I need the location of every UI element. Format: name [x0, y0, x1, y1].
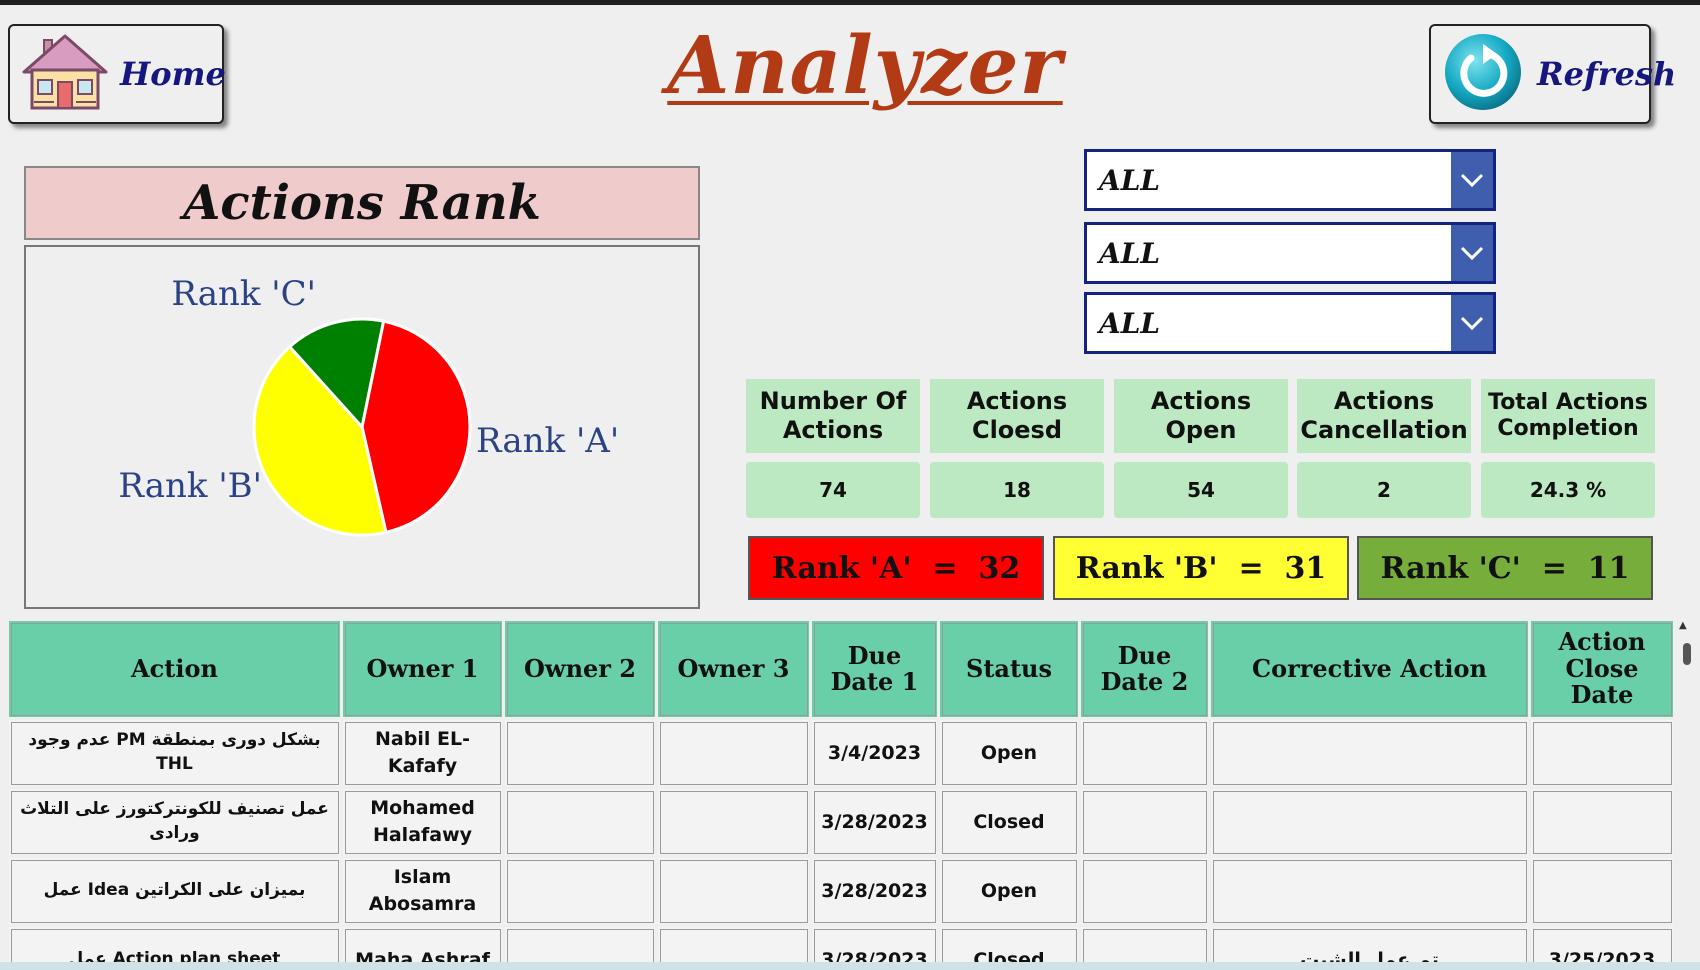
column-header-action-close-date[interactable]: Action Close Date — [1528, 618, 1673, 720]
scrollbar-thumb[interactable] — [1683, 643, 1691, 665]
table-scrollbar[interactable] — [1678, 620, 1694, 962]
filter-1-value: ALL — [1099, 163, 1161, 197]
home-button[interactable]: Home — [8, 24, 226, 124]
stat-header-total-completion: Total Actions Completion — [1481, 379, 1655, 453]
cell-due-date-1[interactable]: 3/28/2023 — [809, 786, 940, 858]
stat-value-total-completion: 24.3 % — [1481, 462, 1655, 518]
filter-dropdown-1[interactable]: ALL — [1084, 149, 1496, 211]
column-header-owner-1[interactable]: Owner 1 — [340, 618, 505, 720]
cell-action-close-date[interactable]: 3/25/2023 — [1528, 924, 1673, 962]
scroll-up-arrow-icon[interactable]: ▲ — [1679, 620, 1687, 631]
column-header-corrective-action[interactable]: Corrective Action — [1208, 618, 1531, 720]
house-icon — [20, 32, 110, 116]
refresh-button[interactable]: Refresh — [1429, 24, 1676, 124]
stat-value-actions-cancellation: 2 — [1297, 462, 1471, 518]
column-header-action[interactable]: Action — [6, 618, 343, 720]
cell-action-close-date[interactable] — [1528, 786, 1673, 858]
cell-owner-1[interactable]: Maha Ashraf — [340, 924, 505, 962]
rank-c-count: Rank 'C' = 11 — [1357, 536, 1653, 600]
chevron-down-icon[interactable] — [1451, 225, 1493, 281]
cell-owner-1[interactable]: Nabil EL-Kafafy — [340, 717, 505, 789]
pie-label-rank-c: Rank 'C' — [171, 274, 316, 314]
cell-action[interactable]: عمل Action plan sheet — [6, 924, 343, 962]
filter-dropdown-2[interactable]: ALL — [1084, 222, 1496, 284]
cell-action[interactable]: عدم وجود PM بشكل دورى بمنطقة THL — [6, 717, 343, 789]
cell-owner-1[interactable]: Mohamed Halafawy — [340, 786, 505, 858]
cell-action[interactable]: عمل Idea بميزان على الكراتين — [6, 855, 343, 927]
cell-action-close-date[interactable] — [1528, 717, 1673, 789]
cell-action-close-date[interactable] — [1528, 855, 1673, 927]
cell-due-date-2[interactable] — [1078, 924, 1211, 962]
cell-owner-3[interactable] — [655, 786, 812, 858]
filter-3-value: ALL — [1099, 306, 1161, 340]
app-title: Analyzer — [667, 18, 1063, 112]
chevron-down-icon[interactable] — [1451, 295, 1493, 351]
cell-status[interactable]: Open — [937, 717, 1081, 789]
chart-title: Actions Rank — [24, 166, 700, 240]
actions-table: Action Owner 1 Owner 2 Owner 3 Due Date … — [6, 618, 1673, 962]
cell-due-date-1[interactable]: 3/28/2023 — [809, 924, 940, 962]
pie-chart-panel: Rank 'A' Rank 'B' Rank 'C' — [24, 245, 700, 609]
cell-status[interactable]: Open — [937, 855, 1081, 927]
cell-status[interactable]: Closed — [937, 786, 1081, 858]
column-header-owner-3[interactable]: Owner 3 — [655, 618, 812, 720]
chevron-down-icon[interactable] — [1451, 152, 1493, 208]
cell-due-date-2[interactable] — [1078, 786, 1211, 858]
cell-status[interactable]: Closed — [937, 924, 1081, 962]
stat-value-actions-open: 54 — [1114, 462, 1288, 518]
refresh-icon — [1443, 32, 1523, 116]
cell-corrective-action[interactable]: تم عمل الشيت — [1208, 924, 1531, 962]
rank-a-count: Rank 'A' = 32 — [748, 536, 1044, 600]
stat-header-actions-cancellation: Actions Cancellation — [1297, 379, 1471, 453]
pie-label-rank-b: Rank 'B' — [118, 466, 262, 506]
cell-action[interactable]: عمل تصنيف للكونتركتورز على التلاث ورادى — [6, 786, 343, 858]
stat-header-actions-closed: Actions Cloesd — [930, 379, 1104, 453]
cell-owner-3[interactable] — [655, 924, 812, 962]
refresh-button-label: Refresh — [1537, 55, 1677, 93]
stat-value-number-of-actions: 74 — [746, 462, 920, 518]
cell-owner-2[interactable] — [502, 855, 658, 927]
pie-chart: Rank 'A' Rank 'B' Rank 'C' — [118, 274, 619, 537]
cell-due-date-2[interactable] — [1078, 855, 1211, 927]
column-header-due-date-1[interactable]: Due Date 1 — [809, 618, 940, 720]
cell-owner-2[interactable] — [502, 786, 658, 858]
home-button-label: Home — [120, 55, 226, 93]
window-top-border — [0, 0, 1700, 5]
pie-label-rank-a: Rank 'A' — [476, 421, 619, 461]
cell-due-date-1[interactable]: 3/4/2023 — [809, 717, 940, 789]
stat-value-actions-closed: 18 — [930, 462, 1104, 518]
cell-corrective-action[interactable] — [1208, 786, 1531, 858]
cell-corrective-action[interactable] — [1208, 717, 1531, 789]
cell-owner-3[interactable] — [655, 717, 812, 789]
stat-header-number-of-actions: Number Of Actions — [746, 379, 920, 453]
rank-b-count: Rank 'B' = 31 — [1053, 536, 1349, 600]
window-bottom-border — [0, 962, 1700, 970]
cell-due-date-2[interactable] — [1078, 717, 1211, 789]
cell-owner-2[interactable] — [502, 924, 658, 962]
cell-due-date-1[interactable]: 3/28/2023 — [809, 855, 940, 927]
filter-2-value: ALL — [1099, 236, 1161, 270]
column-header-owner-2[interactable]: Owner 2 — [502, 618, 658, 720]
cell-owner-3[interactable] — [655, 855, 812, 927]
table-row: عمل تصنيف للكونتركتورز على التلاث ورادى … — [6, 786, 1673, 858]
filter-dropdown-3[interactable]: ALL — [1084, 292, 1496, 354]
table-row: عدم وجود PM بشكل دورى بمنطقة THL Nabil E… — [6, 717, 1673, 789]
table-row: عمل Action plan sheet Maha Ashraf 3/28/2… — [6, 924, 1673, 962]
column-header-status[interactable]: Status — [937, 618, 1081, 720]
cell-owner-1[interactable]: Islam Abosamra — [340, 855, 505, 927]
table-row: عمل Idea بميزان على الكراتين Islam Abosa… — [6, 855, 1673, 927]
table-header-row: Action Owner 1 Owner 2 Owner 3 Due Date … — [6, 618, 1673, 720]
actions-table-container[interactable]: Action Owner 1 Owner 2 Owner 3 Due Date … — [6, 618, 1673, 962]
cell-corrective-action[interactable] — [1208, 855, 1531, 927]
cell-owner-2[interactable] — [502, 717, 658, 789]
column-header-due-date-2[interactable]: Due Date 2 — [1078, 618, 1211, 720]
stat-header-actions-open: Actions Open — [1114, 379, 1288, 453]
